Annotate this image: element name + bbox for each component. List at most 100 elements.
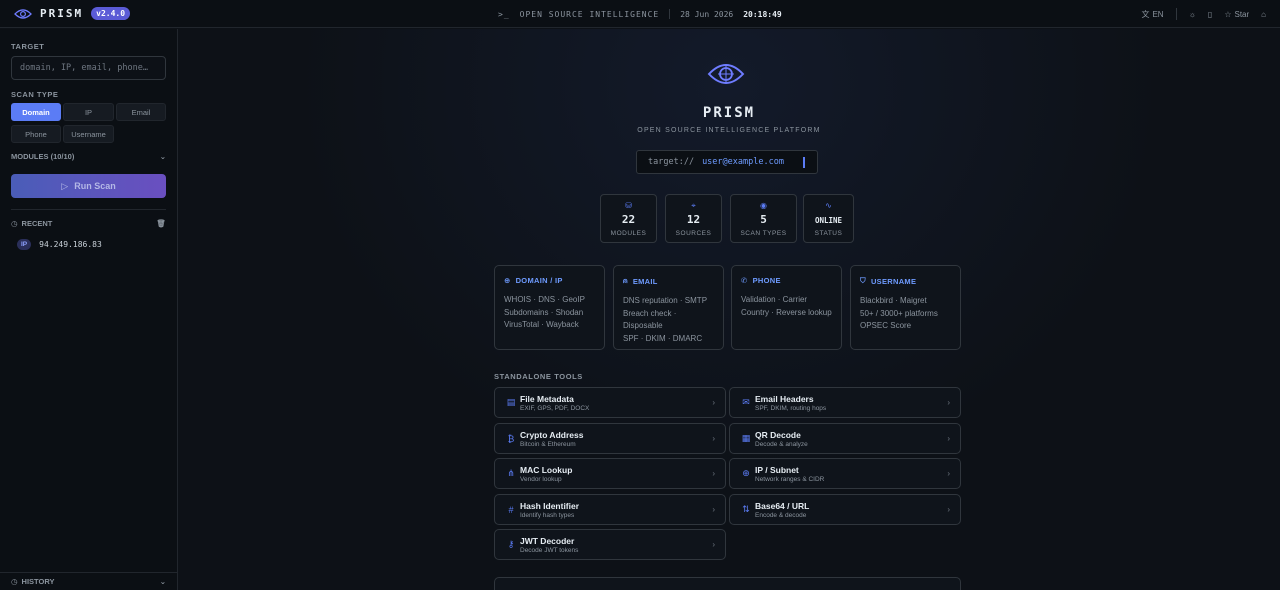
tool-mac-lookup[interactable]: ⋔ MAC Lookup Vendor lookup › (494, 458, 726, 489)
stat-value: ONLINE (814, 216, 843, 225)
tool-text: MAC Lookup Vendor lookup (520, 465, 572, 483)
tool-base64-url[interactable]: ⇅ Base64 / URL Encode & decode › (729, 494, 961, 525)
chevron-right-icon: › (712, 540, 715, 549)
category-username[interactable]: ⛉ USERNAME Blackbird · Maigret 50+ / 300… (850, 265, 961, 350)
theme-toggle-button[interactable]: ☼ (1189, 10, 1196, 19)
tool-text: File Metadata EXIF, GPS, PDF, DOCX (520, 394, 589, 412)
globe-icon: ⊕ (742, 468, 750, 478)
network-icon: ⋔ (507, 468, 515, 478)
category-line: Blackbird · Maigret (860, 296, 927, 305)
shield-icon: ⛉ (860, 276, 866, 285)
mail-icon: ✉ (742, 397, 750, 407)
category-header: ⊕ DOMAIN / IP (504, 276, 595, 285)
category-line: Validation · Carrier (741, 295, 808, 304)
tool-text: Base64 / URL Encode & decode (755, 501, 809, 519)
target-input[interactable] (11, 56, 166, 80)
category-line: Country · Reverse lookup (741, 307, 832, 317)
category-line: Disposable (623, 321, 663, 330)
language-label: EN (1152, 9, 1164, 19)
language-button[interactable]: 文 EN (1141, 9, 1163, 20)
tool-text: IP / Subnet Network ranges & CIDR (755, 465, 824, 483)
tool-desc: Network ranges & CIDR (755, 475, 825, 483)
brand[interactable]: PRISM v2.4.0 (0, 7, 131, 20)
bitcoin-icon: ₿ (507, 433, 515, 444)
stat-status: ∿ ONLINE STATUS (803, 194, 854, 243)
tool-desc: SPF, DKIM, routing hops (755, 404, 827, 412)
run-scan-button[interactable]: ▷ Run Scan (11, 174, 166, 198)
star-label: Star (1234, 9, 1250, 19)
history-label: HISTORY (21, 577, 55, 586)
tool-hash-identifier[interactable]: # Hash Identifier Identify hash types › (494, 494, 726, 525)
github-button[interactable]: ⌂ (1261, 10, 1266, 19)
swap-icon: ⇅ (742, 504, 750, 514)
tool-text: Email Headers SPF, DKIM, routing hops (755, 394, 826, 412)
recent-value: 94.249.186.83 (39, 240, 102, 249)
sidebar: TARGET SCAN TYPE Domain IP Email Phone U… (0, 29, 178, 590)
tool-desc: Decode & analyze (755, 440, 808, 448)
file-icon: ▤ (506, 397, 516, 407)
scan-type-username[interactable]: Username (63, 125, 114, 143)
chevron-right-icon: › (947, 398, 950, 407)
category-line: DNS reputation · SMTP (623, 296, 708, 305)
scan-type-email[interactable]: Email (116, 103, 166, 121)
terminal-prompt-icon: >_ (498, 9, 510, 19)
chevron-right-icon: › (712, 505, 715, 514)
tool-email-headers[interactable]: ✉ Email Headers SPF, DKIM, routing hops … (729, 387, 961, 418)
category-line: VirusTotal · Wayback (504, 320, 579, 329)
terminal-cursor (803, 157, 805, 168)
scan-type-domain[interactable]: Domain (11, 103, 61, 121)
topbar-center-label: OPEN SOURCE INTELLIGENCE (519, 9, 660, 19)
tool-text: JWT Decoder Decode JWT tokens (520, 536, 578, 554)
tool-name: Base64 / URL (755, 500, 810, 511)
qr-icon: ▦ (741, 433, 751, 443)
docs-button[interactable]: ▯ (1208, 10, 1212, 19)
bottom-panel (494, 577, 961, 590)
tool-ip-subnet[interactable]: ⊕ IP / Subnet Network ranges & CIDR › (729, 458, 961, 489)
category-body: Validation · Carrier Country · Reverse l… (741, 294, 832, 319)
chevron-right-icon: › (712, 434, 715, 443)
history-title: ◷ HISTORY (11, 577, 54, 586)
tool-file-metadata[interactable]: ▤ File Metadata EXIF, GPS, PDF, DOCX › (494, 387, 726, 418)
chevron-down-icon: ⌄ (159, 577, 166, 586)
stat-label: SOURCES (675, 230, 712, 237)
stat-value: 22 (621, 213, 636, 226)
phone-icon: ✆ (741, 276, 748, 285)
eye-icon: ◉ (760, 201, 767, 210)
tool-desc: EXIF, GPS, PDF, DOCX (520, 404, 590, 412)
stat-label: SCAN TYPES (740, 230, 787, 237)
hero-title: PRISM (702, 105, 756, 121)
category-line: WHOIS · DNS · GeoIP (504, 295, 585, 304)
tool-text: Crypto Address Bitcoin & Ethereum (520, 430, 583, 448)
version-badge: v2.4.0 (91, 7, 131, 20)
book-icon: ▯ (1207, 9, 1213, 19)
recent-header: ◷ RECENT 🗑 (11, 219, 166, 228)
key-icon: ⚷ (507, 539, 515, 549)
chevron-down-icon: ⌄ (159, 152, 166, 161)
tool-crypto-address[interactable]: ₿ Crypto Address Bitcoin & Ethereum › (494, 423, 726, 454)
divider (11, 209, 166, 210)
category-line: SPF · DKIM · DMARC (623, 333, 703, 343)
tool-jwt-decoder[interactable]: ⚷ JWT Decoder Decode JWT tokens › (494, 529, 726, 560)
category-phone[interactable]: ✆ PHONE Validation · Carrier Country · R… (731, 265, 842, 350)
target-example-terminal: target:// user@example.com (636, 150, 818, 174)
category-line: OPSEC Score (860, 321, 912, 330)
time-display: 20:18:49 (743, 9, 782, 19)
scan-type-ip[interactable]: IP (63, 103, 114, 121)
star-button[interactable]: ☆ Star (1224, 10, 1249, 19)
history-toggle[interactable]: ◷ HISTORY ⌄ (0, 572, 177, 590)
category-domain-ip[interactable]: ⊕ DOMAIN / IP WHOIS · DNS · GeoIP Subdom… (494, 265, 605, 350)
stat-value: 12 (686, 213, 701, 226)
tool-name: Crypto Address (520, 429, 584, 440)
tool-qr-decode[interactable]: ▦ QR Decode Decode & analyze › (729, 423, 961, 454)
tool-name: Email Headers (755, 393, 814, 404)
modules-label: MODULES (10/10) (11, 152, 75, 161)
tool-desc: Vendor lookup (520, 475, 562, 483)
category-header: ⛉ USERNAME (860, 276, 951, 286)
recent-item[interactable]: IP 94.249.186.83 (17, 239, 102, 250)
scan-type-phone[interactable]: Phone (11, 125, 61, 143)
scan-type-label: SCAN TYPE (11, 90, 59, 99)
top-right-controls: 文 EN ☼ ▯ ☆ Star ⌂ (1141, 0, 1266, 28)
modules-toggle[interactable]: MODULES (10/10) ⌄ (11, 152, 166, 161)
trash-icon[interactable]: 🗑 (156, 219, 166, 228)
category-email[interactable]: ⍝ EMAIL DNS reputation · SMTP Breach che… (613, 265, 724, 350)
